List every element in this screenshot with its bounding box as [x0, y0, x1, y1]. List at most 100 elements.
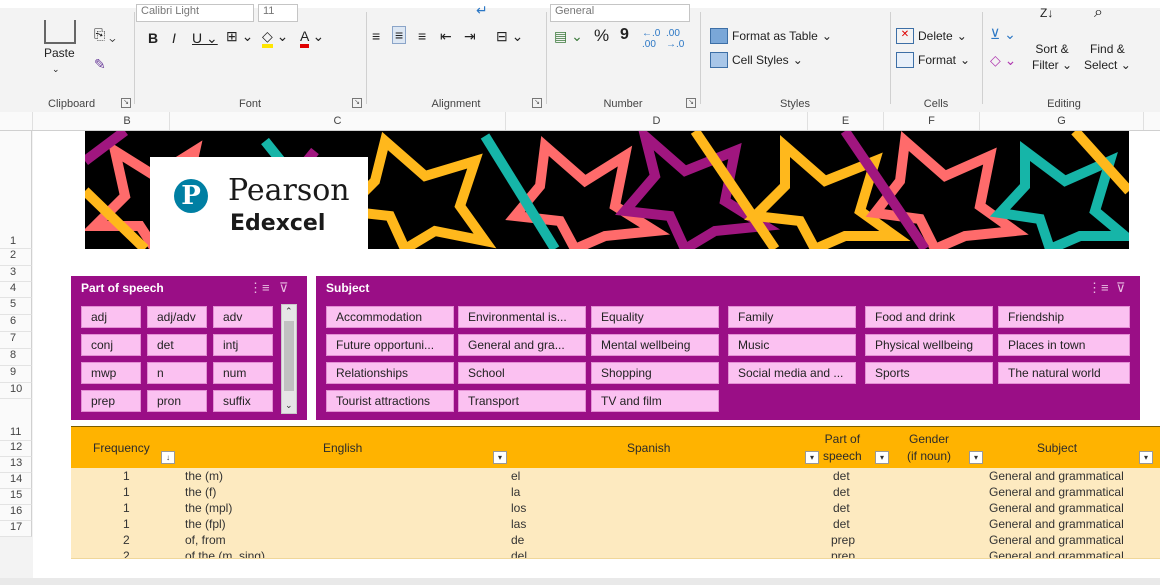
slicer-item-prep[interactable]: prep — [81, 390, 141, 412]
row-header[interactable]: 2 — [0, 249, 32, 266]
slicer-item-subject[interactable]: Social media and ... — [728, 362, 856, 384]
clear-filter-icon[interactable]: ⊽ — [1116, 280, 1126, 296]
row-header[interactable]: 13 — [0, 457, 32, 473]
slicer-item-pron[interactable]: pron — [147, 390, 207, 412]
row-header[interactable]: 17 — [0, 521, 32, 537]
accounting-format-icon[interactable]: ▤ ⌄ — [554, 28, 583, 45]
filter-dropdown-icon[interactable]: ▾ — [969, 451, 983, 464]
font-size-combo[interactable]: 11 — [258, 4, 298, 22]
fill-icon[interactable]: ⊻ ⌄ — [990, 26, 1016, 43]
fill-color-icon[interactable]: ◇ ⌄ — [262, 28, 288, 48]
underline-button[interactable]: U ⌄ — [192, 30, 218, 47]
slicer-item-suffix[interactable]: suffix — [213, 390, 273, 412]
slicer-item-subject[interactable]: Tourist attractions — [326, 390, 454, 412]
slicer-item-subject[interactable]: Shopping — [591, 362, 719, 384]
increase-indent-icon[interactable]: ⇥ — [464, 28, 476, 45]
slicer-item-subject[interactable]: Music — [728, 334, 856, 356]
row-header[interactable]: 4 — [0, 282, 32, 298]
column-header-f[interactable]: F — [884, 112, 980, 130]
worksheet[interactable]: P Pearson Edexcel Part of speech ⋮≡ ⊽ ad… — [33, 131, 1160, 585]
delete-button[interactable]: ✕ Delete ⌄ — [896, 28, 967, 44]
column-header-d[interactable]: D — [506, 112, 808, 130]
slicer-item-subject[interactable]: Equality — [591, 306, 719, 328]
merge-center-icon[interactable]: ⊟ ⌄ — [496, 28, 523, 45]
slicer-item-subject[interactable]: Places in town — [998, 334, 1130, 356]
multi-select-icon[interactable]: ⋮≡ — [1088, 280, 1109, 296]
row-header[interactable]: 11 — [0, 399, 32, 441]
row-header[interactable]: 1 — [0, 131, 32, 249]
slicer-item-subject[interactable]: School — [458, 362, 586, 384]
scroll-up-icon[interactable]: ⌃ — [285, 306, 293, 317]
slicer-item-adj-adv[interactable]: adj/adv — [147, 306, 207, 328]
comma-style-button[interactable]: 9 — [620, 26, 629, 44]
row-header[interactable]: 9 — [0, 366, 32, 383]
bold-button[interactable]: B — [148, 30, 158, 46]
slicer-item-subject[interactable]: General and gra... — [458, 334, 586, 356]
row-header[interactable]: 16 — [0, 505, 32, 521]
filter-dropdown-icon[interactable]: ▾ — [875, 451, 889, 464]
filter-dropdown-icon[interactable]: ▾ — [805, 451, 819, 464]
clipboard-launcher-icon[interactable]: ↘ — [121, 98, 131, 108]
table-row[interactable]: 2 of the (m, sing) del prep General and … — [71, 548, 1160, 559]
slicer-item-subject[interactable]: The natural world — [998, 362, 1130, 384]
slicer-item-conj[interactable]: conj — [81, 334, 141, 356]
slicer-item-num[interactable]: num — [213, 362, 273, 384]
paste-button[interactable]: Paste — [44, 46, 75, 60]
table-row[interactable]: 2 of, from de prep General and grammatic… — [71, 532, 1160, 549]
slicer-item-subject[interactable]: Friendship — [998, 306, 1130, 328]
slicer-item-subject[interactable]: Environmental is... — [458, 306, 586, 328]
column-header-g[interactable]: G — [980, 112, 1144, 130]
sort-filter-icon[interactable]: ↓ — [161, 451, 175, 464]
table-row[interactable]: 1 the (mpl) los det General and grammati… — [71, 500, 1160, 517]
clear-icon[interactable]: ◇ ⌄ — [990, 52, 1016, 69]
borders-icon[interactable]: ⊞ ⌄ — [226, 28, 253, 45]
table-row[interactable]: 1 the (fpl) las det General and grammati… — [71, 516, 1160, 533]
row-header[interactable]: 3 — [0, 266, 32, 282]
number-format-combo[interactable]: General — [550, 4, 690, 22]
slicer-scrollbar[interactable]: ⌃ ⌄ — [281, 304, 297, 414]
slicer-item-subject[interactable]: Physical wellbeing — [865, 334, 993, 356]
align-left-icon[interactable]: ≡ — [372, 28, 380, 44]
filter-dropdown-icon[interactable]: ▾ — [493, 451, 507, 464]
slicer-item-subject[interactable]: Transport — [458, 390, 586, 412]
italic-button[interactable]: I — [172, 30, 176, 46]
slicer-item-adv[interactable]: adv — [213, 306, 273, 328]
slicer-item-det[interactable]: det — [147, 334, 207, 356]
find-select-button[interactable]: Find & Select ⌄ — [1084, 42, 1131, 72]
column-header-b[interactable]: B — [85, 112, 170, 130]
scroll-down-icon[interactable]: ⌄ — [285, 400, 293, 411]
multi-select-icon[interactable]: ⋮≡ — [249, 280, 270, 296]
slicer-item-subject[interactable]: Mental wellbeing — [591, 334, 719, 356]
slicer-item-subject[interactable]: Accommodation — [326, 306, 454, 328]
slicer-item-subject[interactable]: Food and drink — [865, 306, 993, 328]
column-header-e[interactable]: E — [808, 112, 884, 130]
filter-dropdown-icon[interactable]: ▾ — [1139, 451, 1153, 464]
sort-filter-icon[interactable]: Z↓ — [1040, 6, 1053, 20]
slicer-item-subject[interactable]: Family — [728, 306, 856, 328]
row-header[interactable]: 12 — [0, 441, 32, 457]
row-header[interactable]: 8 — [0, 349, 32, 366]
alignment-launcher-icon[interactable]: ↘ — [532, 98, 542, 108]
clear-filter-icon[interactable]: ⊽ — [279, 280, 289, 296]
row-header[interactable]: 5 — [0, 298, 32, 315]
column-header-c[interactable]: C — [170, 112, 506, 130]
slicer-item-mwp[interactable]: mwp — [81, 362, 141, 384]
percent-button[interactable]: % — [594, 26, 609, 46]
scroll-thumb[interactable] — [284, 321, 294, 391]
slicer-item-adj[interactable]: adj — [81, 306, 141, 328]
cell-styles-button[interactable]: Cell Styles ⌄ — [710, 52, 803, 68]
wrap-text-icon[interactable]: ↵ — [476, 2, 488, 19]
row-header[interactable]: 14 — [0, 473, 32, 489]
slicer-item-subject[interactable]: Future opportuni... — [326, 334, 454, 356]
row-header[interactable]: 6 — [0, 315, 32, 332]
number-launcher-icon[interactable]: ↘ — [686, 98, 696, 108]
align-right-icon[interactable]: ≡ — [418, 28, 426, 44]
table-row[interactable]: 1 the (m) el det General and grammatical — [71, 468, 1160, 485]
slicer-item-subject[interactable]: TV and film — [591, 390, 719, 412]
slicer-item-n[interactable]: n — [147, 362, 207, 384]
find-select-icon[interactable]: ⌕ — [1094, 4, 1103, 22]
copy-icon[interactable]: ⎘ ⌄ — [94, 26, 116, 43]
font-launcher-icon[interactable]: ↘ — [352, 98, 362, 108]
row-header[interactable]: 7 — [0, 332, 32, 349]
row-header[interactable]: 10 — [0, 383, 32, 399]
